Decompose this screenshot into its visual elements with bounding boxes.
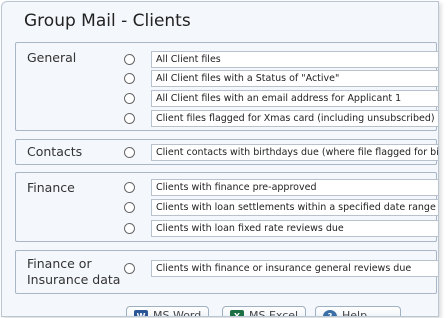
radio-button[interactable]: [124, 202, 135, 213]
radio-button[interactable]: [124, 113, 135, 124]
ms-word-button[interactable]: W MS Word: [126, 306, 209, 317]
radio-button[interactable]: [124, 147, 135, 158]
radio-button[interactable]: [124, 263, 135, 274]
option-label: Clients with finance pre-approved: [151, 179, 438, 196]
group-label-contacts: Contacts: [27, 144, 83, 159]
help-label: Help: [342, 309, 368, 317]
ms-excel-button[interactable]: X MS Excel: [222, 306, 306, 317]
button-bar: W MS Word X MS Excel ? Help: [2, 302, 438, 317]
option-label: Client contacts with birthdays due (wher…: [151, 144, 438, 161]
option-label: All Client files with an email address f…: [151, 90, 438, 107]
option-label: Client files flagged for Xmas card (incl…: [151, 110, 438, 127]
excel-icon: X: [230, 310, 244, 316]
option-label: All Client files: [151, 51, 438, 68]
help-button[interactable]: ? Help: [315, 306, 401, 317]
group-label-general: General: [27, 50, 77, 65]
group-label-line: Insurance data: [27, 272, 121, 287]
option-label: All Client files with a Status of "Activ…: [151, 70, 438, 87]
group-mail-window: Group Mail - Clients General All Client …: [1, 1, 439, 317]
group-label-finance: Finance: [27, 180, 75, 195]
group-label-finance-insurance: Finance or Insurance data: [27, 256, 120, 288]
group-finance-insurance: Finance or Insurance data Clients with f…: [15, 250, 438, 294]
group-finance: Finance Clients with finance pre-approve…: [15, 172, 438, 242]
ms-word-label: MS Word: [153, 309, 202, 317]
option-label: Clients with loan fixed rate reviews due: [151, 220, 438, 237]
group-general: General All Client files All Client file…: [15, 42, 438, 131]
group-label-line: Finance or: [27, 256, 92, 271]
radio-button[interactable]: [124, 54, 135, 65]
word-icon: W: [134, 310, 148, 316]
option-label: Clients with loan settlements within a s…: [151, 199, 438, 216]
help-icon: ?: [323, 310, 337, 316]
ms-excel-label: MS Excel: [249, 309, 299, 317]
group-contacts: Contacts Client contacts with birthdays …: [15, 139, 438, 165]
radio-button[interactable]: [124, 93, 135, 104]
radio-button[interactable]: [124, 223, 135, 234]
window-title: Group Mail - Clients: [24, 11, 191, 31]
option-label: Clients with finance or insurance genera…: [151, 260, 438, 277]
radio-button[interactable]: [124, 182, 135, 193]
radio-button[interactable]: [124, 73, 135, 84]
